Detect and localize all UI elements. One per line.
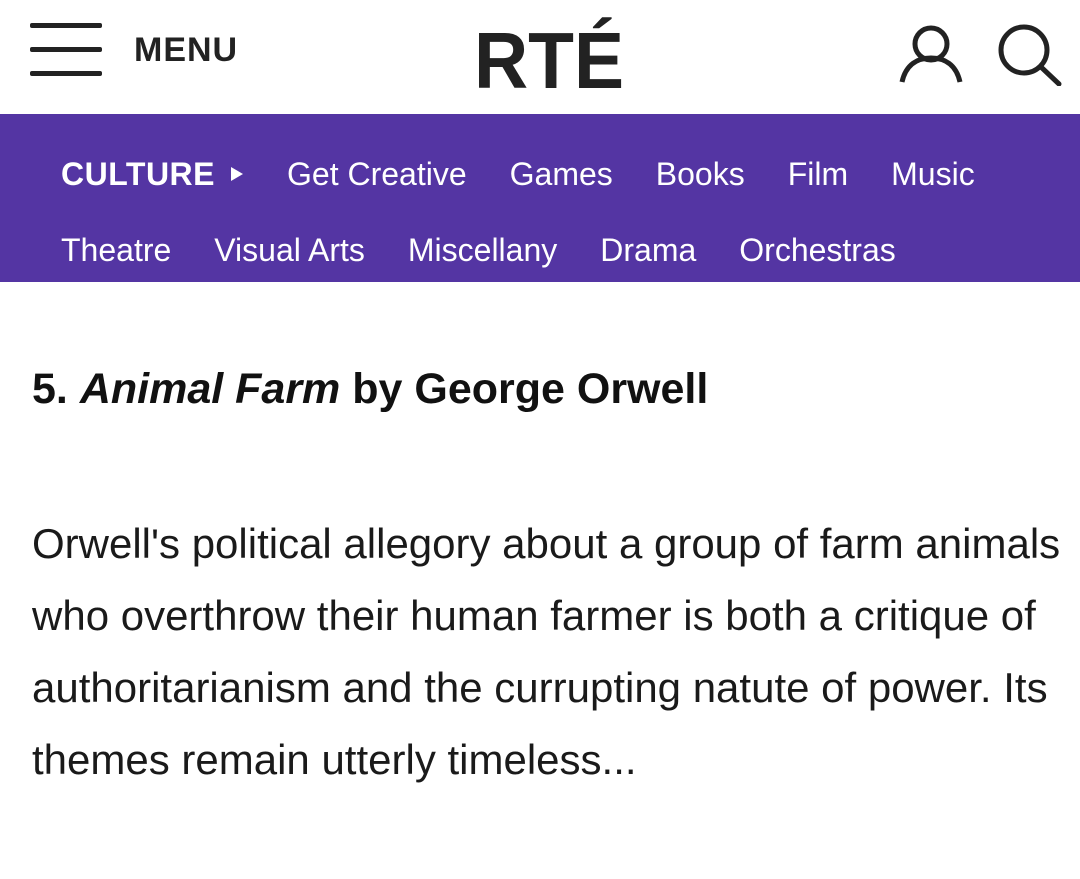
book-byline: by George Orwell bbox=[352, 365, 709, 413]
triangle-right-icon bbox=[231, 167, 243, 181]
nav-item-music[interactable]: Music bbox=[891, 156, 975, 193]
top-header: MENU RTÉ bbox=[0, 0, 1080, 114]
culture-navigation: CULTURE Get Creative Games Books Film Mu… bbox=[0, 114, 1080, 282]
nav-item-miscellany[interactable]: Miscellany bbox=[408, 232, 557, 269]
nav-item-get-creative[interactable]: Get Creative bbox=[287, 156, 467, 193]
nav-item-theatre[interactable]: Theatre bbox=[61, 232, 171, 269]
menu-button[interactable]: MENU bbox=[30, 20, 238, 80]
logo-text: RTÉ bbox=[474, 16, 624, 94]
nav-item-film[interactable]: Film bbox=[788, 156, 848, 193]
article-body: Orwell's political allegory about a grou… bbox=[32, 519, 1061, 783]
nav-item-orchestras[interactable]: Orchestras bbox=[739, 232, 895, 269]
nav-section-culture[interactable]: CULTURE bbox=[61, 156, 215, 193]
search-icon[interactable] bbox=[996, 22, 1062, 86]
article-heading: 5. Animal Farm by George Orwell bbox=[32, 364, 1050, 416]
list-number: 5. bbox=[32, 365, 68, 413]
nav-item-books[interactable]: Books bbox=[656, 156, 745, 193]
account-icon[interactable] bbox=[898, 24, 964, 84]
nav-row-2: Theatre Visual Arts Miscellany Drama Orc… bbox=[0, 218, 1080, 282]
nav-row-1: CULTURE Get Creative Games Books Film Mu… bbox=[0, 142, 1080, 206]
article-content: 5. Animal Farm by George Orwell Orwell's… bbox=[0, 364, 1080, 796]
nav-item-drama[interactable]: Drama bbox=[600, 232, 696, 269]
nav-item-games[interactable]: Games bbox=[510, 156, 613, 193]
nav-item-visual-arts[interactable]: Visual Arts bbox=[214, 232, 365, 269]
rte-logo[interactable]: RTÉ bbox=[474, 12, 626, 94]
menu-label: MENU bbox=[134, 30, 239, 69]
hamburger-icon bbox=[30, 21, 102, 79]
book-title: Animal Farm bbox=[79, 365, 341, 413]
